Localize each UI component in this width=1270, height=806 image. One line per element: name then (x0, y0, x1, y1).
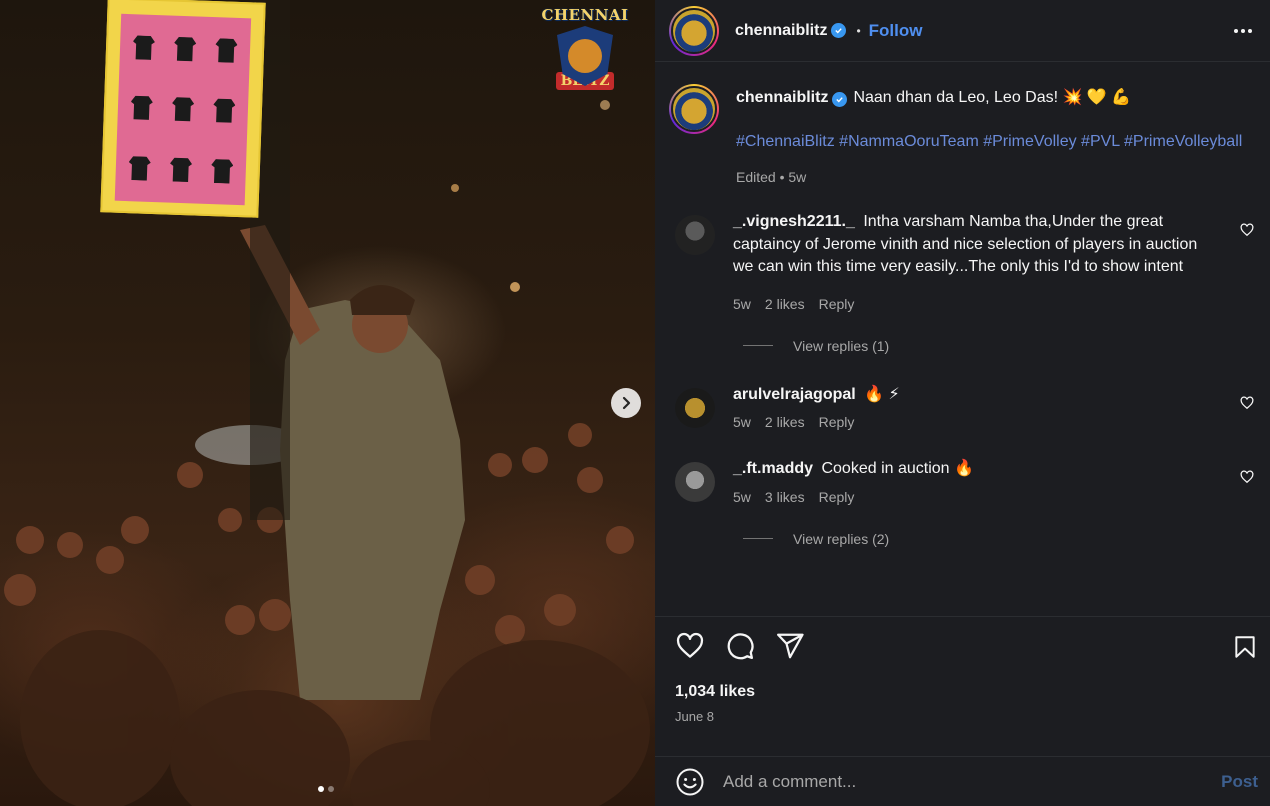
post-date[interactable]: June 8 (675, 709, 1260, 724)
comment-text: 🔥 ⚡ (864, 385, 900, 403)
commenter-avatar[interactable] (675, 462, 715, 502)
view-replies-button[interactable]: View replies (1) (743, 338, 1256, 354)
comment-time[interactable]: 5w (733, 489, 751, 505)
comment-bubble-icon[interactable] (725, 631, 755, 661)
reply-button[interactable]: Reply (819, 414, 855, 430)
comment-username[interactable]: _.vignesh2211._ (733, 213, 855, 230)
comment-item: arulvelrajagopal 🔥 ⚡ 5w 2 likes Reply (669, 384, 1256, 430)
bookmark-save-icon[interactable] (1232, 633, 1258, 661)
header-username[interactable]: chennaiblitz (735, 22, 827, 40)
comment-input[interactable] (723, 771, 1222, 792)
header-separator: • (856, 23, 861, 38)
comments-section[interactable]: chennaiblitz Naan dhan da Leo, Leo Das! … (655, 62, 1270, 616)
comment-time[interactable]: 5w (733, 414, 751, 430)
caption-text: Naan dhan da Leo, Leo Das! 💥 💛 💪 (853, 89, 1132, 106)
post-media[interactable]: CHENNAI BLITZ (0, 0, 655, 806)
comment-likes[interactable]: 2 likes (765, 414, 805, 430)
caption-avatar[interactable] (669, 84, 719, 134)
view-replies-button[interactable]: View replies (2) (743, 531, 1256, 547)
comment-like-heart-icon[interactable] (1240, 223, 1254, 237)
crowd-scene-image (4, 0, 650, 806)
more-options-icon[interactable] (1232, 20, 1254, 42)
post-actions: 1,034 likes June 8 (655, 616, 1270, 756)
reply-button[interactable]: Reply (819, 296, 855, 312)
caption-meta: Edited • 5w (736, 169, 807, 185)
commenter-avatar[interactable] (675, 387, 715, 428)
comment-like-heart-icon[interactable] (1240, 395, 1254, 410)
follow-button[interactable]: Follow (869, 21, 923, 41)
post-comment-button[interactable]: Post (1221, 772, 1258, 792)
caption-username[interactable]: chennaiblitz (736, 89, 828, 106)
likes-count[interactable]: 1,034 likes (675, 683, 1260, 701)
caption: chennaiblitz Naan dhan da Leo, Leo Das! … (669, 84, 1256, 185)
comment-item: _.vignesh2211._ Intha varsham Namba tha,… (669, 211, 1256, 312)
carousel-indicator (318, 786, 334, 792)
profile-avatar[interactable] (669, 5, 719, 56)
comment-time[interactable]: 5w (733, 296, 751, 312)
add-comment-bar: Post (655, 756, 1270, 806)
verified-badge-icon (831, 23, 847, 38)
comment-likes[interactable]: 2 likes (765, 296, 805, 312)
reply-button[interactable]: Reply (819, 489, 855, 505)
comment-username[interactable]: _.ft.maddy (733, 460, 813, 477)
comment-likes[interactable]: 3 likes (765, 489, 805, 505)
chennai-blitz-logo: CHENNAI BLITZ (541, 6, 628, 112)
comment-text: Cooked in auction 🔥 (821, 460, 974, 477)
commenter-avatar[interactable] (675, 215, 715, 255)
next-slide-button[interactable] (611, 388, 641, 418)
carousel-dot (328, 786, 334, 792)
verified-badge-icon (832, 92, 848, 107)
like-heart-icon[interactable] (675, 631, 705, 661)
share-send-icon[interactable] (775, 631, 805, 661)
post-side-panel: chennaiblitz • Follow chennaiblitz Naan … (655, 0, 1270, 806)
emoji-smiley-icon[interactable] (675, 767, 705, 797)
jersey-placard (100, 0, 266, 218)
instagram-post-modal: CHENNAI BLITZ chennaiblitz • Follow (0, 0, 1270, 806)
comment-username[interactable]: arulvelrajagopal (733, 386, 856, 403)
logo-top-text: CHENNAI (541, 6, 629, 24)
comment-item: _.ft.maddy Cooked in auction 🔥 5w 3 like… (669, 458, 1256, 505)
comment-like-heart-icon[interactable] (1240, 470, 1254, 484)
carousel-dot-active (318, 786, 324, 792)
post-header: chennaiblitz • Follow (655, 0, 1270, 62)
view-replies-label: View replies (2) (793, 530, 890, 547)
chevron-right-icon (622, 396, 631, 410)
caption-hashtags[interactable]: #ChennaiBlitz #NammaOoruTeam #PrimeVolle… (736, 131, 1256, 153)
view-replies-label: View replies (1) (793, 337, 890, 354)
